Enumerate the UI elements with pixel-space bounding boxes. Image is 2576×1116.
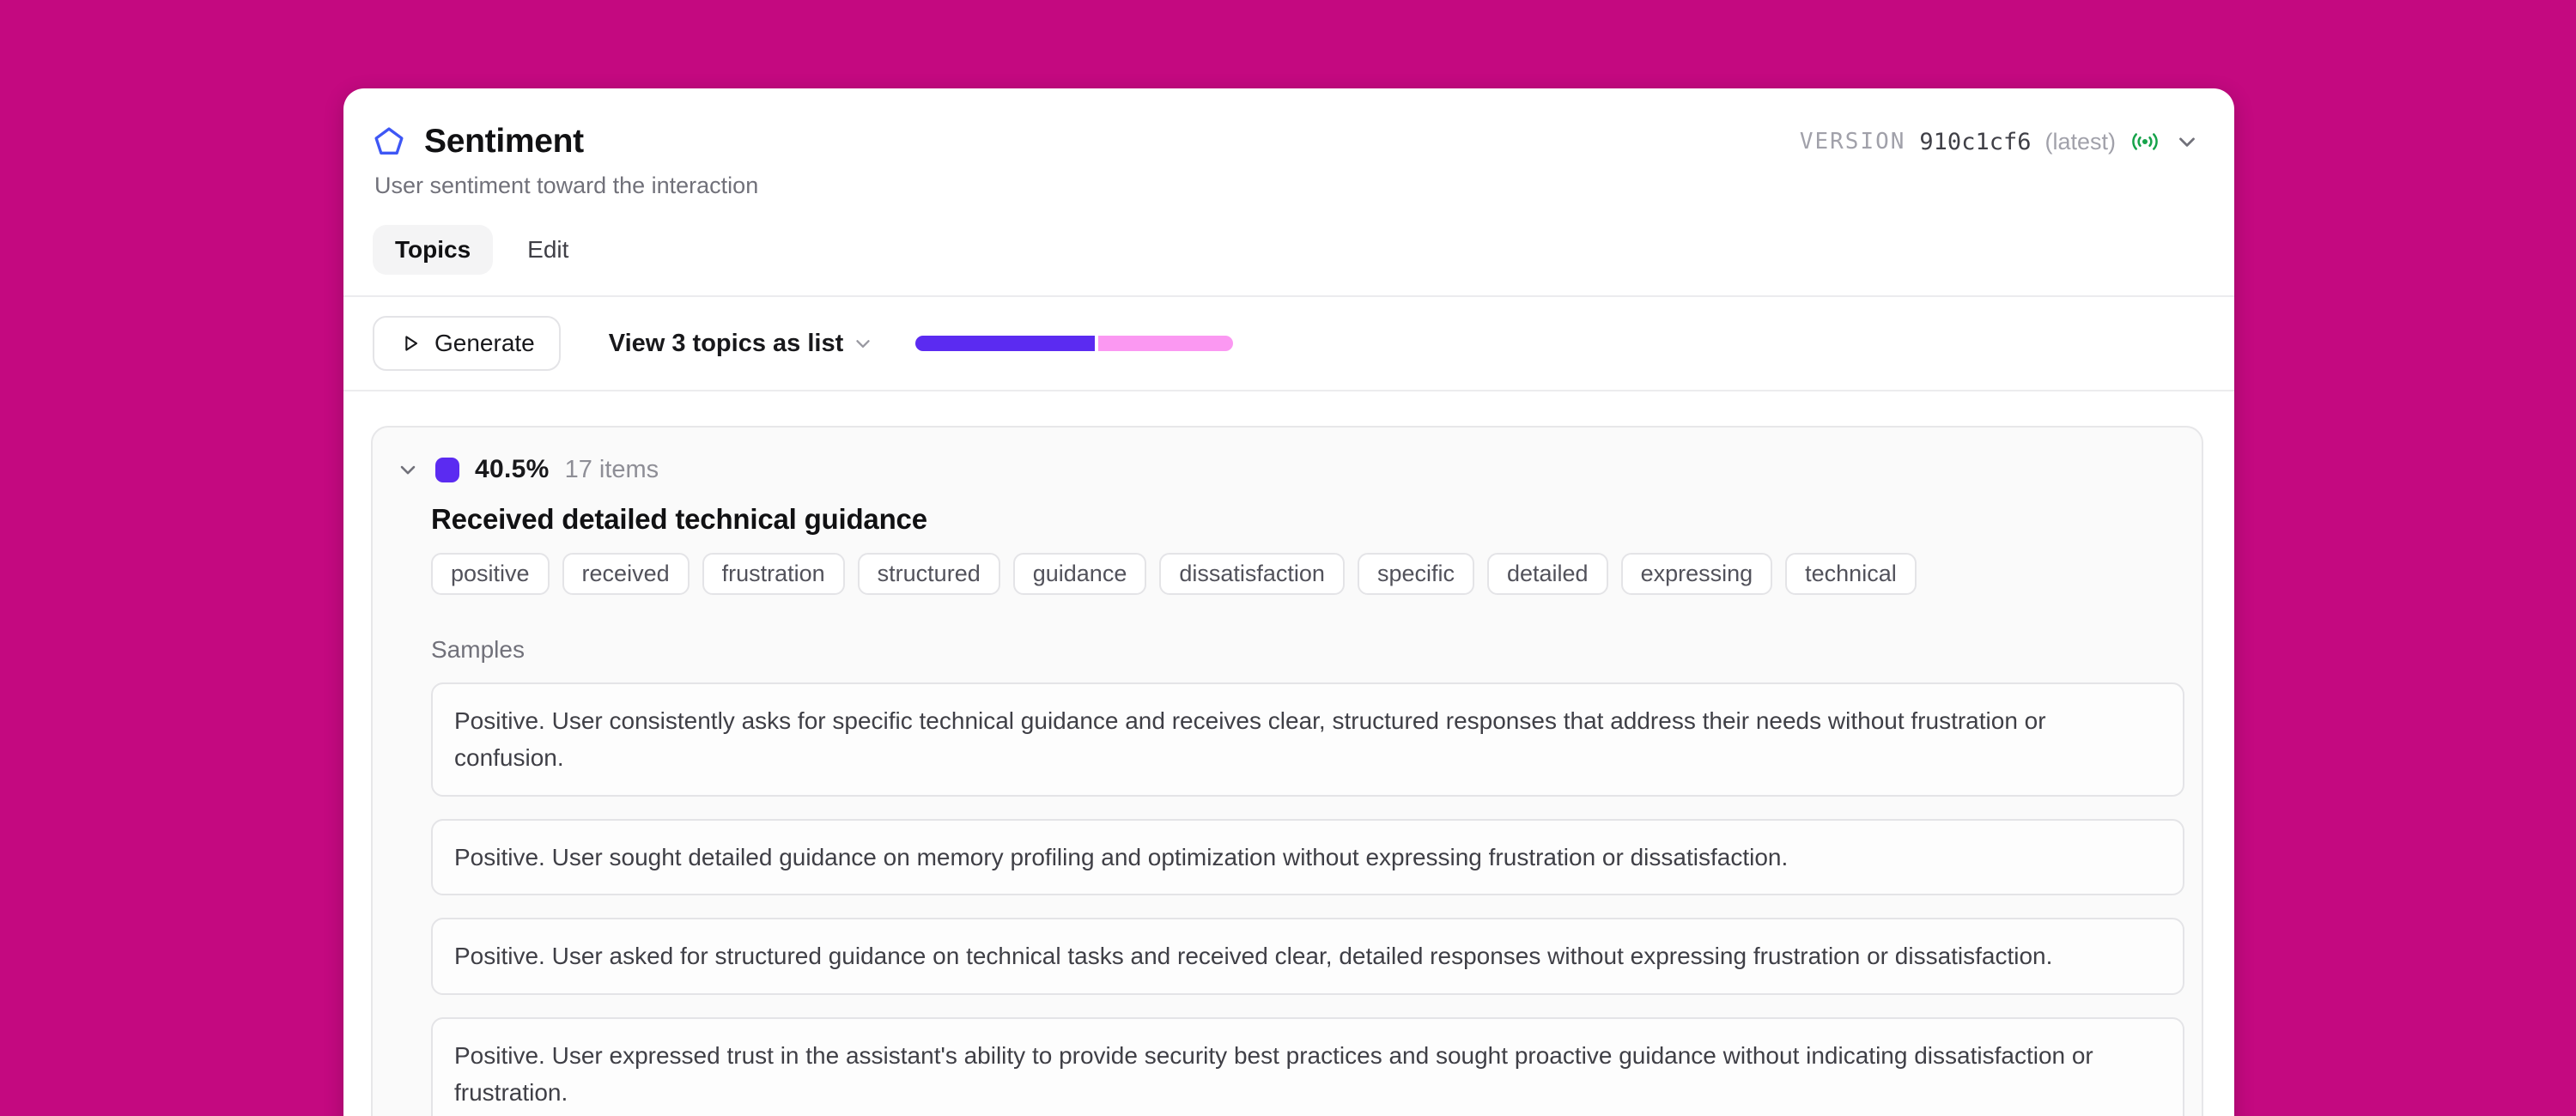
chevron-down-icon[interactable] <box>2174 129 2200 155</box>
version-label: VERSION <box>1800 129 1906 155</box>
pentagon-icon <box>373 125 405 158</box>
tag[interactable]: guidance <box>1013 553 1147 595</box>
tag[interactable]: received <box>562 553 690 595</box>
tag[interactable]: specific <box>1358 553 1474 595</box>
sample-card[interactable]: Positive. User asked for structured guid… <box>431 918 2184 994</box>
generate-label: Generate <box>434 330 535 357</box>
tag[interactable]: dissatisfaction <box>1159 553 1345 595</box>
topic-header[interactable]: 40.5% 17 items <box>396 455 2184 484</box>
distribution-segment-pink[interactable] <box>1098 336 1233 351</box>
topic-items-count: 17 items <box>565 456 659 484</box>
tag[interactable]: technical <box>1785 553 1917 595</box>
tag[interactable]: structured <box>858 553 1000 595</box>
distribution-segment-purple[interactable] <box>915 336 1095 351</box>
view-topics-dropdown[interactable]: View 3 topics as list <box>609 330 874 358</box>
version-hash: 910c1cf6 <box>1919 129 2031 155</box>
collapse-chevron-icon[interactable] <box>396 458 420 482</box>
topic-panel: 40.5% 17 items Received detailed technic… <box>371 426 2203 1116</box>
live-broadcast-icon <box>2129 129 2160 155</box>
tag[interactable]: detailed <box>1487 553 1608 595</box>
sample-card[interactable]: Positive. User sought detailed guidance … <box>431 819 2184 895</box>
page-subtitle: User sentiment toward the interaction <box>374 173 2200 199</box>
version-latest-tag: (latest) <box>2044 129 2116 155</box>
sample-card[interactable]: Positive. User expressed trust in the as… <box>431 1017 2184 1116</box>
sample-card[interactable]: Positive. User consistently asks for spe… <box>431 682 2184 797</box>
card-body: 40.5% 17 items Received detailed technic… <box>343 391 2234 1116</box>
page-title: Sentiment <box>424 123 584 161</box>
tab-edit[interactable]: Edit <box>505 225 591 275</box>
topic-title: Received detailed technical guidance <box>431 503 2184 536</box>
version-selector[interactable]: VERSION 910c1cf6 (latest) <box>1800 129 2200 155</box>
topic-distribution-bar[interactable] <box>915 336 1233 351</box>
chevron-down-icon <box>852 332 874 355</box>
tab-topics[interactable]: Topics <box>373 225 493 275</box>
topic-percent: 40.5% <box>475 455 550 484</box>
tag[interactable]: expressing <box>1621 553 1773 595</box>
samples-label: Samples <box>431 636 2184 664</box>
toolbar: Generate View 3 topics as list <box>343 297 2234 390</box>
view-topics-label: View 3 topics as list <box>609 330 843 358</box>
generate-button[interactable]: Generate <box>373 316 561 371</box>
tag[interactable]: positive <box>431 553 550 595</box>
tag[interactable]: frustration <box>702 553 845 595</box>
play-icon <box>398 331 422 355</box>
topic-color-swatch <box>435 458 459 482</box>
card-header: Sentiment VERSION 910c1cf6 (latest) User… <box>343 88 2234 295</box>
topic-tags: positive received frustration structured… <box>431 553 2184 595</box>
sentiment-card: Sentiment VERSION 910c1cf6 (latest) User… <box>343 88 2234 1116</box>
tabs-row: Topics Edit <box>373 225 2200 295</box>
